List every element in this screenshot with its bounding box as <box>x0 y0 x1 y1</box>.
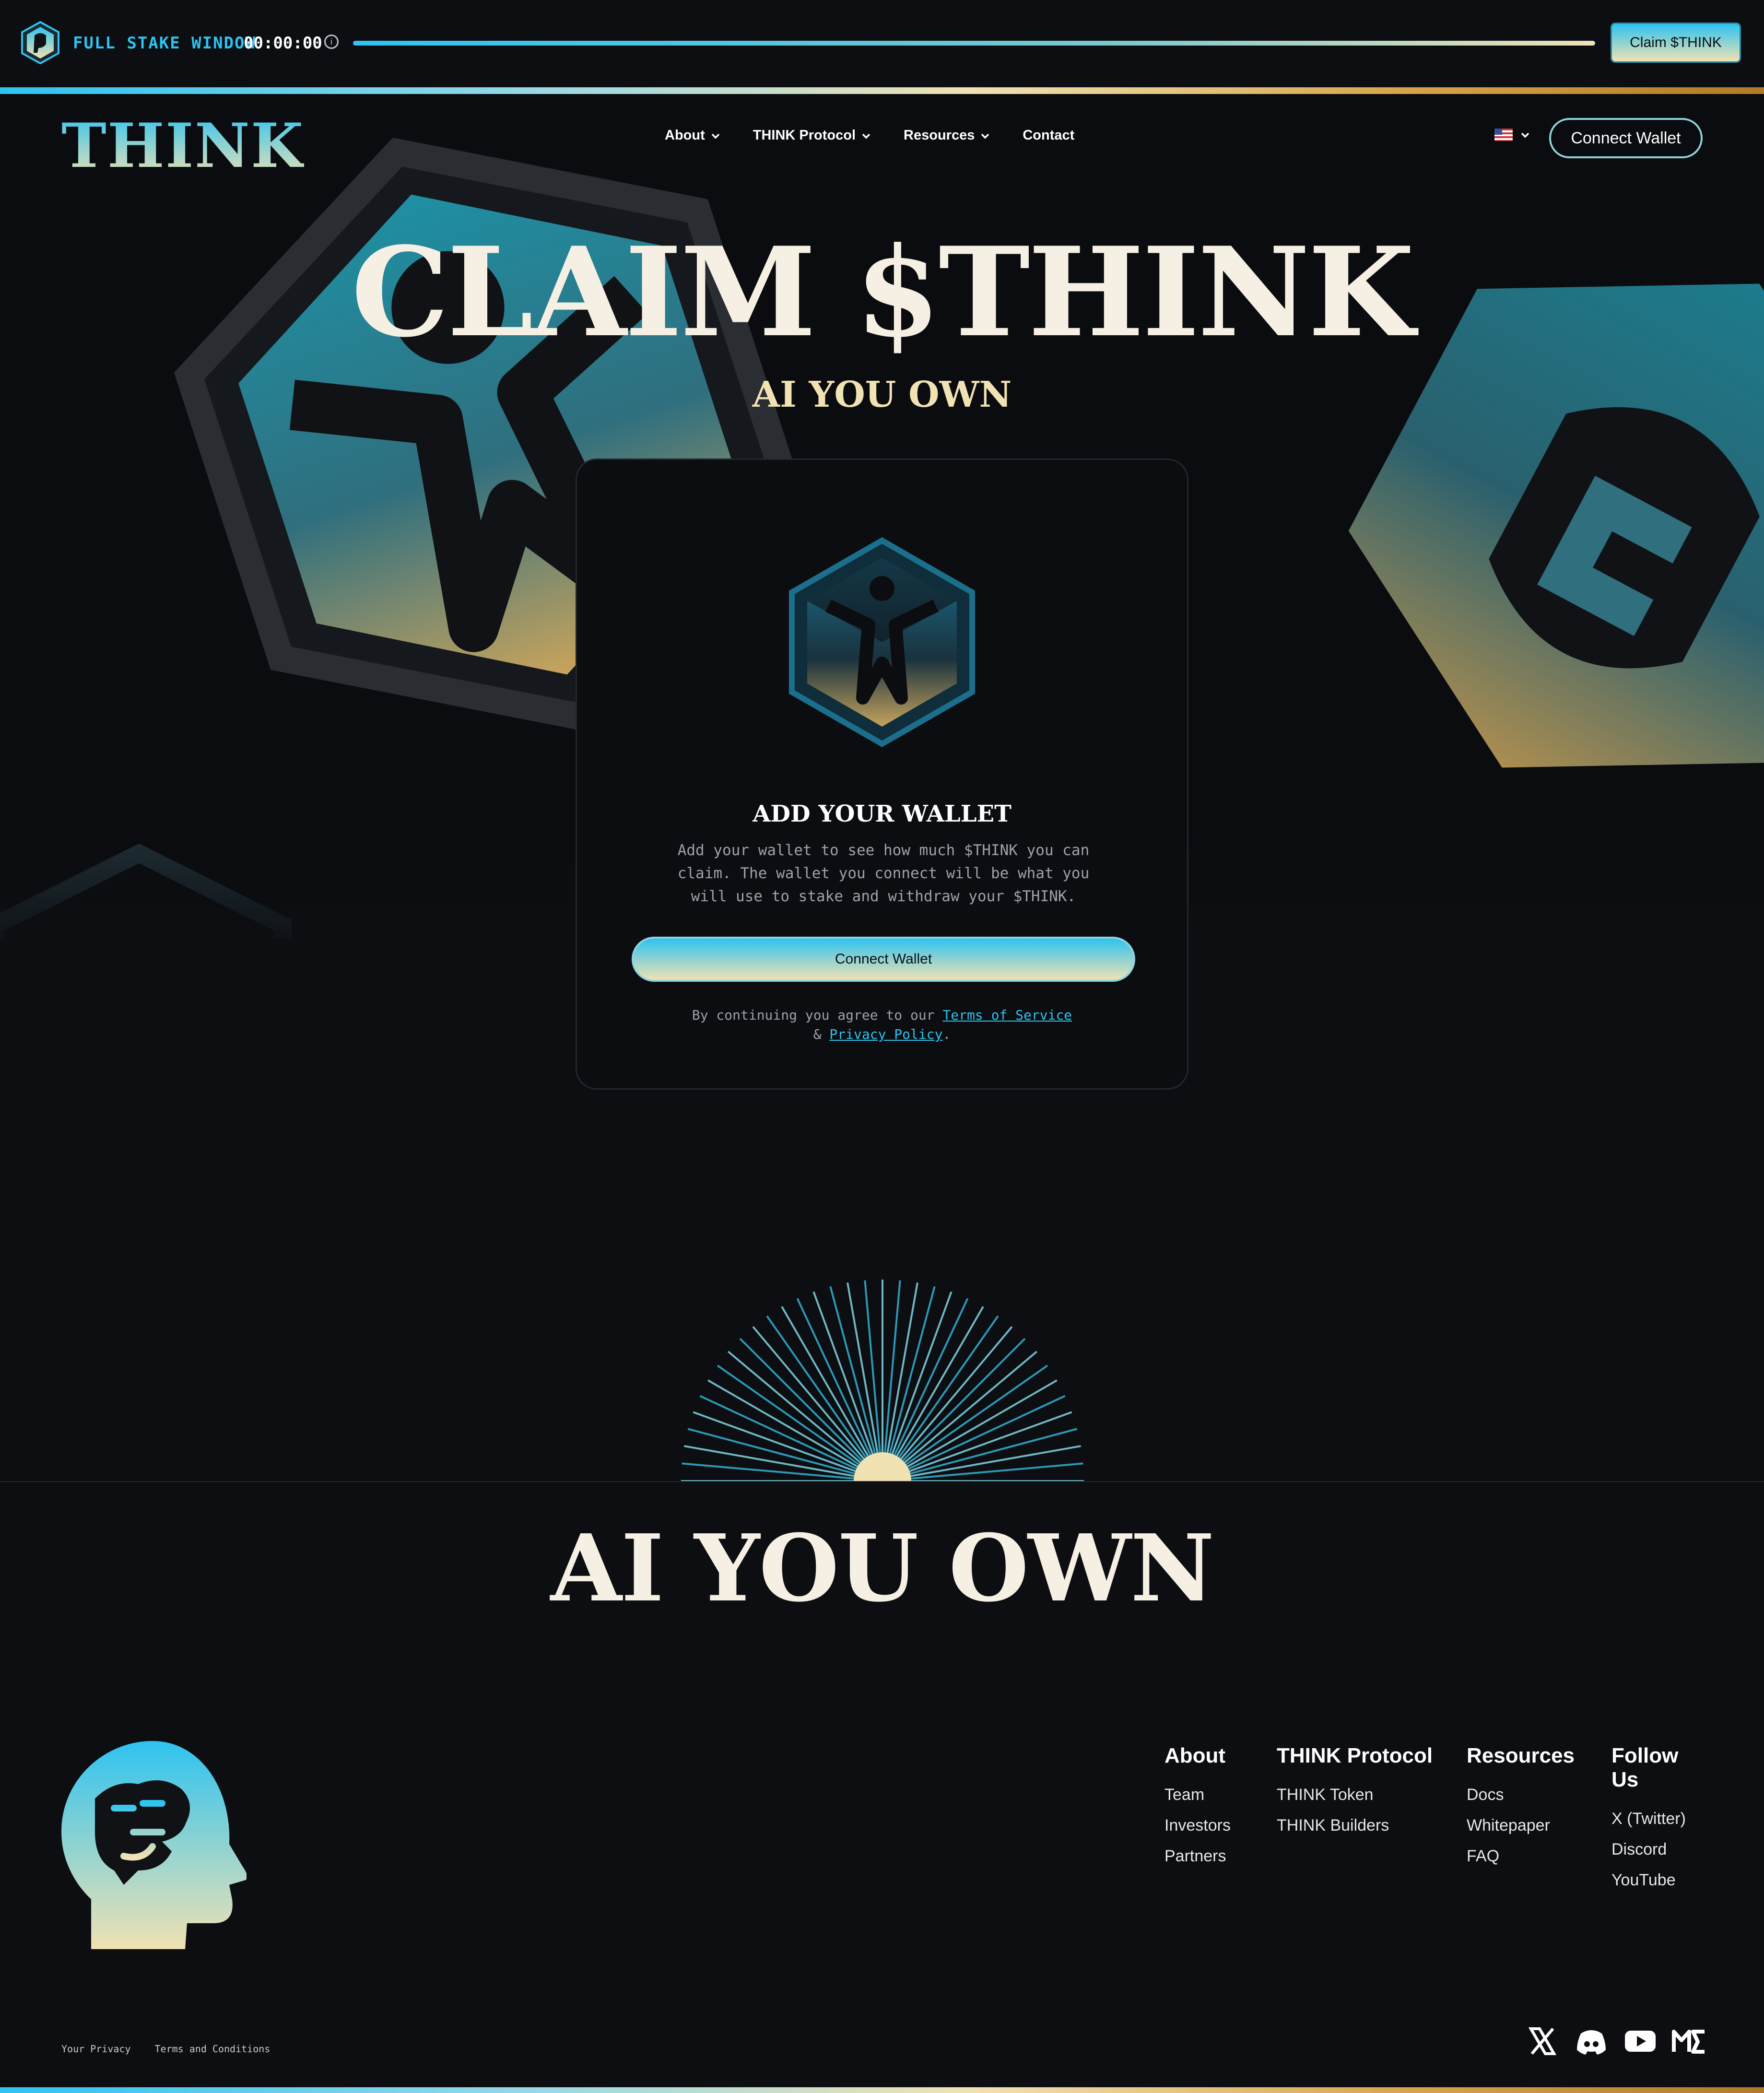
footer-link-youtube[interactable]: YouTube <box>1611 1865 1707 1895</box>
footer-link-think-builders[interactable]: THINK Builders <box>1277 1810 1467 1841</box>
think-logo[interactable]: THINK <box>61 110 304 181</box>
section-divider <box>0 1481 1764 1482</box>
chevron-down-icon <box>1521 132 1529 138</box>
youtube-icon[interactable] <box>1623 2024 1658 2058</box>
footer-columns: About Team Investors Partners THINK Prot… <box>1164 1744 1707 1895</box>
stake-window-bar: FULL STAKE WINDOW 00:00:00 i Claim $THIN… <box>0 0 1764 87</box>
connect-wallet-nav-button[interactable]: Connect Wallet <box>1549 118 1703 158</box>
card-title: ADD YOUR WALLET <box>753 800 1011 827</box>
footer-column-think-protocol: THINK Protocol THINK Token THINK Builder… <box>1277 1744 1467 1895</box>
language-selector[interactable] <box>1494 129 1531 141</box>
footer-column-title: About <box>1164 1744 1226 1767</box>
terms-and-conditions-link[interactable]: Terms and Conditions <box>155 2043 270 2055</box>
nav-item-think-protocol[interactable]: THINK Protocol <box>753 128 872 143</box>
nav-item-resources[interactable]: Resources <box>904 128 991 143</box>
wallet-card: ADD YOUR WALLET Add your wallet to see h… <box>576 459 1188 1090</box>
discord-icon[interactable] <box>1574 2024 1609 2058</box>
footer-column-title: Follow Us <box>1611 1744 1679 1791</box>
card-description: Add your wallet to see how much $THINK y… <box>677 842 1090 905</box>
your-privacy-link[interactable]: Your Privacy <box>61 2043 131 2055</box>
footer-link-partners[interactable]: Partners <box>1164 1841 1277 1871</box>
chevron-down-icon <box>862 133 870 139</box>
legal-mid: & <box>813 1026 822 1042</box>
footer-link-x-twitter[interactable]: X (Twitter) <box>1611 1803 1707 1834</box>
footer-column-resources: Resources Docs Whitepaper FAQ <box>1467 1744 1611 1895</box>
think-head-icon <box>21 21 59 64</box>
think-hex-person-icon <box>789 537 975 747</box>
claim-think-button[interactable]: Claim $THINK <box>1611 23 1741 63</box>
legal-prefix: By continuing you agree to our <box>692 1007 935 1023</box>
hero-title: CLAIM $THINK <box>351 221 1414 365</box>
footer-column-about: About Team Investors Partners <box>1164 1744 1277 1895</box>
stake-timer: 00:00:00 <box>244 34 322 53</box>
gradient-divider-top <box>0 87 1764 94</box>
legal-notice: By continuing you agree to our Terms of … <box>577 1006 1187 1044</box>
sunburst-ray <box>892 1338 1026 1472</box>
us-flag-icon <box>1494 129 1513 141</box>
connect-wallet-button[interactable]: Connect Wallet <box>632 937 1135 982</box>
footer-column-title: Resources <box>1467 1744 1575 1767</box>
footer-legal-links: Your Privacy Terms and Conditions <box>61 2043 270 2055</box>
footer-link-investors[interactable]: Investors <box>1164 1810 1277 1841</box>
main-nav: About THINK Protocol Resources Contact <box>665 128 1074 143</box>
social-icons <box>1525 2024 1706 2058</box>
footer-link-faq[interactable]: FAQ <box>1467 1841 1611 1871</box>
chevron-down-icon <box>981 133 989 139</box>
nav-item-label: About <box>665 128 705 143</box>
privacy-policy-link[interactable]: Privacy Policy <box>829 1026 942 1042</box>
footer-column-title: THINK Protocol <box>1277 1744 1433 1767</box>
nav-item-contact[interactable]: Contact <box>1023 128 1074 143</box>
stake-window-label: FULL STAKE WINDOW <box>73 34 256 53</box>
info-icon[interactable]: i <box>324 35 339 49</box>
nav-item-about[interactable]: About <box>665 128 721 143</box>
footer-link-discord[interactable]: Discord <box>1611 1834 1707 1865</box>
footer-link-whitepaper[interactable]: Whitepaper <box>1467 1810 1611 1841</box>
footer-link-think-token[interactable]: THINK Token <box>1277 1779 1467 1810</box>
footer-link-docs[interactable]: Docs <box>1467 1779 1611 1810</box>
nav-item-label: Contact <box>1023 128 1075 143</box>
tagline-heading: AI YOU OWN <box>550 1515 1215 1623</box>
think-head-fist-logo <box>61 1741 247 1949</box>
x-icon[interactable] <box>1525 2024 1560 2058</box>
nav-item-label: THINK Protocol <box>753 128 856 143</box>
footer-column-follow-us: Follow Us X (Twitter) Discord YouTube <box>1611 1744 1707 1895</box>
magic-eden-icon[interactable] <box>1672 2024 1706 2058</box>
hero-subtitle: AI YOU OWN <box>752 374 1012 415</box>
gradient-divider-bottom <box>0 2087 1764 2093</box>
chevron-down-icon <box>711 133 719 139</box>
sunburst-graphic <box>681 1280 1084 1482</box>
sunburst-ray <box>739 1338 873 1472</box>
footer-link-team[interactable]: Team <box>1164 1779 1277 1810</box>
terms-of-service-link[interactable]: Terms of Service <box>942 1007 1072 1023</box>
legal-suffix: . <box>942 1026 951 1042</box>
nav-item-label: Resources <box>904 128 975 143</box>
stake-progress-bar <box>353 41 1595 46</box>
